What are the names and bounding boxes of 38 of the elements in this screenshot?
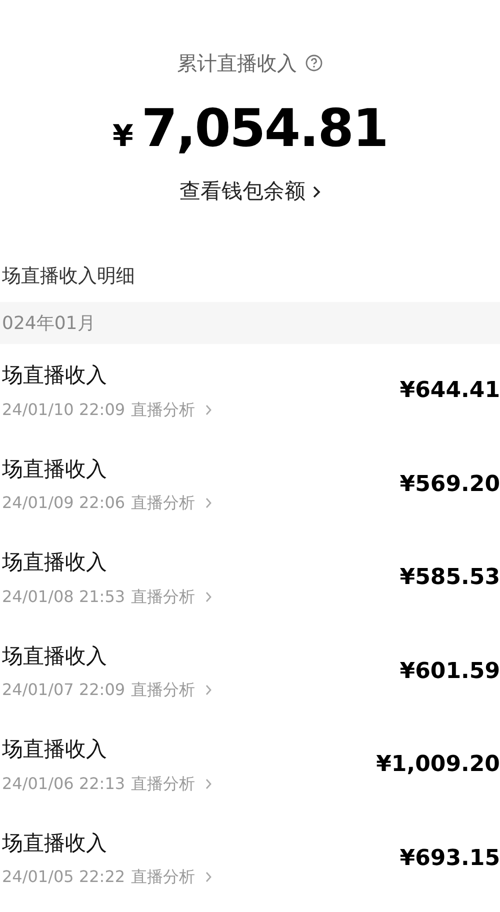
wallet-link[interactable]: 查看钱包余额 [180, 176, 320, 208]
help-icon[interactable] [305, 54, 323, 72]
record-amount: ¥569.20 [400, 470, 500, 499]
record-time: 24/01/06 22:13 [2, 772, 126, 794]
total-amount: 7,054.81 [141, 98, 388, 161]
section-title: 场直播收入明细 [1, 264, 136, 288]
record-time: 24/01/05 22:22 [2, 866, 126, 888]
record-title: 场直播收入 [2, 830, 108, 856]
chevron-icon [205, 778, 212, 790]
record-title: 场直播收入 [2, 456, 108, 482]
record-amount: ¥644.41 [400, 377, 500, 406]
chevron-icon [205, 590, 212, 602]
analysis-link[interactable]: 直播分析 [131, 584, 212, 608]
record-title: 场直播收入 [2, 736, 108, 763]
analysis-link[interactable]: 直播分析 [131, 398, 212, 422]
month-label: 024年01月 [2, 312, 96, 336]
record-time: 24/01/08 21:53 [2, 586, 126, 608]
chevron-icon [205, 404, 212, 416]
analysis-link[interactable]: 直播分析 [131, 491, 212, 515]
record-title: 场直播收入 [2, 362, 108, 389]
record-time: 24/01/09 22:06 [2, 492, 126, 514]
analysis-link[interactable]: 直播分析 [131, 865, 212, 889]
record-title: 场直播收入 [2, 642, 108, 670]
chevron-icon [205, 871, 212, 883]
analysis-link[interactable]: 直播分析 [131, 678, 212, 702]
record-amount: ¥1,009.20 [376, 751, 500, 780]
chevron-icon [205, 684, 212, 696]
analysis-link[interactable]: 直播分析 [131, 772, 212, 796]
chevron-icon [312, 184, 320, 199]
record-time: 24/01/10 22:09 [2, 398, 126, 420]
record-time: 24/01/07 22:09 [2, 679, 126, 701]
record-amount: ¥601.59 [400, 658, 500, 686]
chevron-icon [205, 497, 212, 509]
currency-symbol: ¥ [112, 118, 134, 156]
summary-title: 累计直播收入 [177, 50, 297, 77]
record-amount: ¥585.53 [400, 564, 500, 592]
record-title: 场直播收入 [2, 549, 108, 576]
record-amount: ¥693.15 [400, 844, 500, 873]
